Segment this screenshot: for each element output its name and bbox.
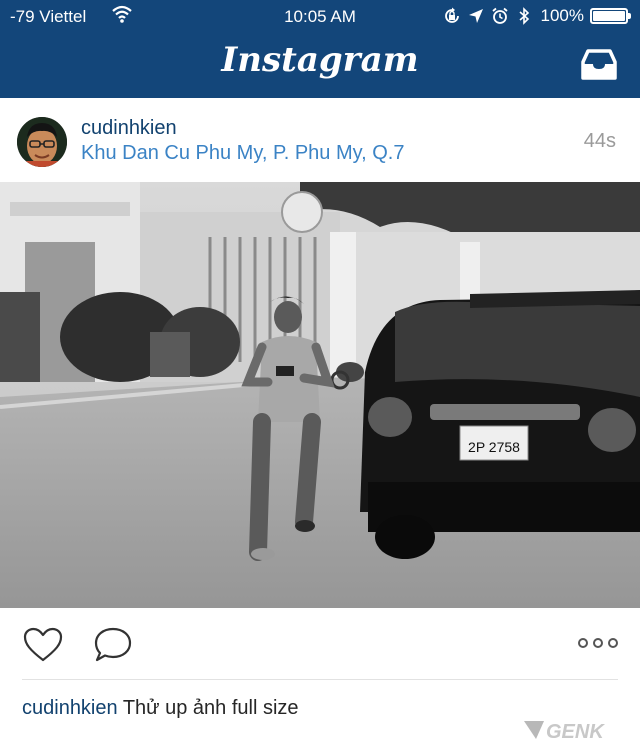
status-bar: -79 Viettel 10:05 AM 100% — [0, 0, 640, 34]
license-plate: 2P 2758 — [468, 439, 520, 455]
watermark-text: GENK — [546, 721, 605, 743]
alarm-icon — [491, 7, 508, 24]
location-arrow-icon — [468, 9, 483, 23]
comment-bubble-icon[interactable] — [92, 625, 134, 665]
inbox-icon[interactable] — [580, 48, 618, 82]
more-options-icon[interactable] — [576, 634, 620, 652]
bluetooth-icon — [518, 7, 529, 25]
post-header — [0, 98, 640, 184]
avatar[interactable] — [17, 117, 67, 167]
car-figure — [360, 290, 640, 559]
battery-percent: 100% — [540, 6, 584, 25]
battery-icon — [590, 8, 631, 24]
caption-text: Thử up ảnh full size — [122, 697, 299, 719]
status-indicators: 100% — [437, 5, 631, 27]
genk-watermark-logo: GENK — [524, 721, 605, 743]
app-logo: Instagram — [221, 40, 419, 80]
post-caption: cudinhkien Thử up ảnh full size — [22, 697, 299, 720]
avatar-face-icon — [17, 117, 67, 167]
post-time: 44s — [583, 130, 616, 152]
rotation-lock-icon — [444, 7, 459, 23]
app-header: -79 Viettel 10:05 AM 100% Instagram — [0, 0, 640, 98]
post-location[interactable]: Khu Dan Cu Phu My, P. Phu My, Q.7 — [81, 142, 405, 165]
like-heart-icon[interactable] — [22, 626, 64, 664]
post-username[interactable]: cudinhkien — [81, 117, 177, 140]
action-divider — [22, 679, 618, 680]
caption-username[interactable]: cudinhkien — [22, 697, 118, 719]
post-photo[interactable]: 2P 2758 — [0, 182, 640, 608]
street-scene-image: 2P 2758 — [0, 182, 640, 608]
